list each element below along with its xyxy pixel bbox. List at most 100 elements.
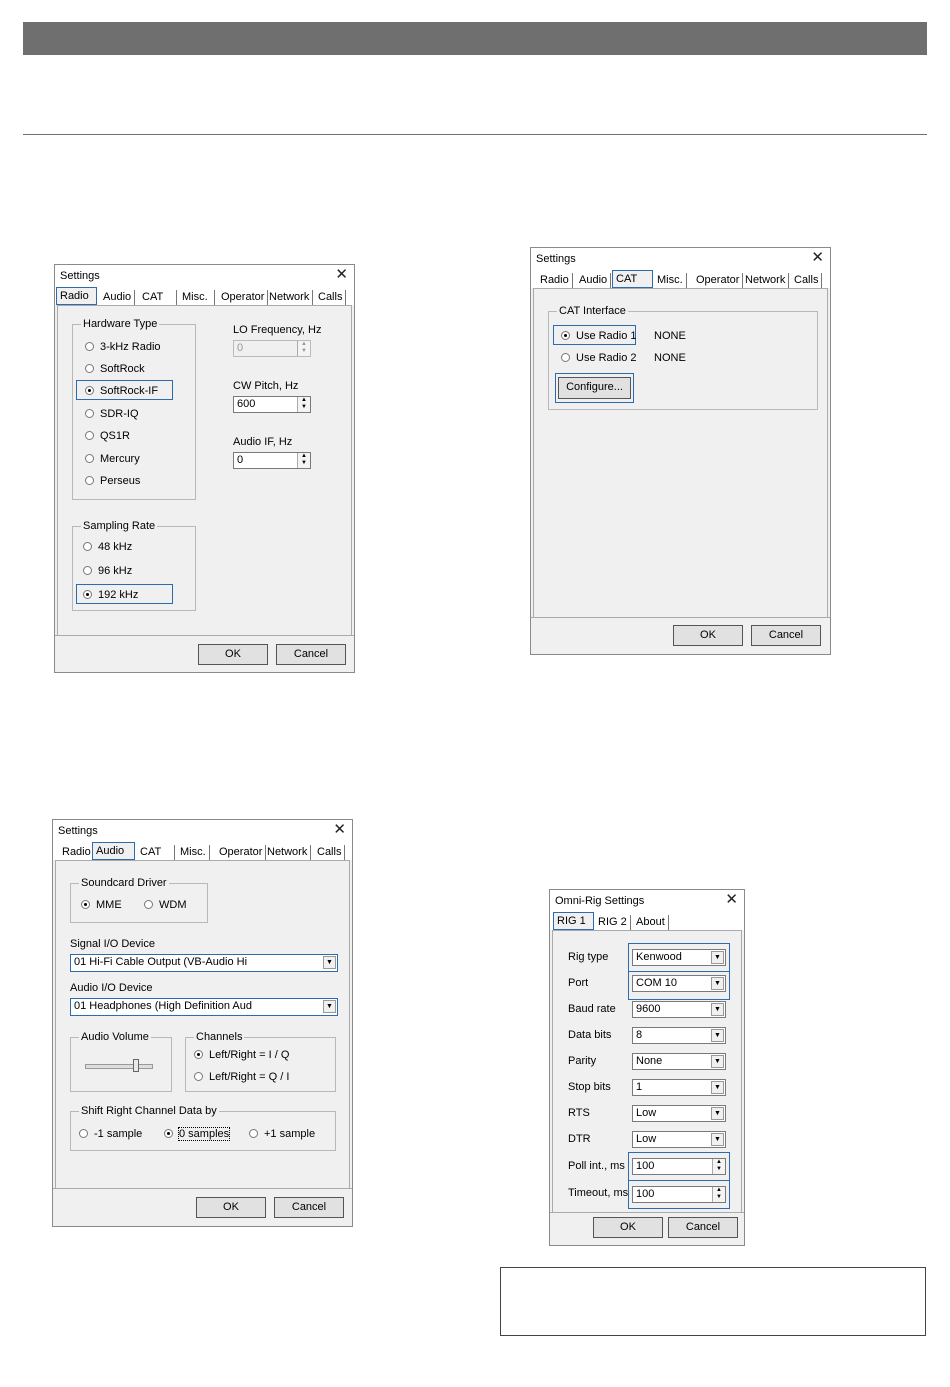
radio-channels-qi[interactable]: Left/Right = Q / I	[194, 1070, 289, 1084]
stop-bits-select[interactable]: 1 ▼	[632, 1079, 726, 1096]
radio-use-radio-1[interactable]: Use Radio 1	[561, 329, 637, 343]
radio-mercury[interactable]: Mercury	[85, 452, 140, 466]
lo-frequency-spinner[interactable]: 0 ▲ ▼	[233, 340, 311, 357]
radio-button[interactable]	[85, 454, 94, 463]
tab-rig-1[interactable]: RIG 1	[553, 912, 594, 930]
chevron-down-icon[interactable]: ▼	[323, 1000, 336, 1013]
ok-button[interactable]: OK	[198, 644, 268, 665]
tab-audio[interactable]: Audio	[92, 842, 135, 860]
tab-cat[interactable]: CAT	[139, 290, 177, 305]
radio-button-selected[interactable]	[164, 1129, 173, 1138]
radio-qs1r[interactable]: QS1R	[85, 429, 130, 443]
cw-pitch-spinner[interactable]: 600 ▲ ▼	[233, 396, 311, 413]
radio-mme[interactable]: MME	[81, 898, 122, 912]
radio-button[interactable]	[85, 364, 94, 373]
radio-button[interactable]	[85, 431, 94, 440]
tab-calls[interactable]: Calls	[315, 290, 347, 305]
volume-slider-track[interactable]	[85, 1064, 153, 1069]
poll-interval-spinner[interactable]: 100 ▲ ▼	[632, 1158, 726, 1175]
radio-channels-iq[interactable]: Left/Right = I / Q	[194, 1048, 289, 1062]
rts-select[interactable]: Low ▼	[632, 1105, 726, 1122]
radio-sdr-iq[interactable]: SDR-IQ	[85, 407, 139, 421]
chevron-down-icon[interactable]: ▼	[323, 956, 336, 969]
close-icon[interactable]: ✕	[333, 822, 346, 838]
spinner-arrows-icon[interactable]: ▲ ▼	[712, 1187, 725, 1202]
timeout-spinner[interactable]: 100 ▲ ▼	[632, 1186, 726, 1203]
radio-button[interactable]	[79, 1129, 88, 1138]
cancel-button[interactable]: Cancel	[668, 1217, 738, 1238]
ok-button[interactable]: OK	[673, 625, 743, 646]
tab-misc[interactable]: Misc.	[179, 290, 215, 305]
audio-if-spinner[interactable]: 0 ▲ ▼	[233, 452, 311, 469]
radio-button[interactable]	[85, 476, 94, 485]
radio-button-selected[interactable]	[81, 900, 90, 909]
radio-3khz[interactable]: 3-kHz Radio	[85, 340, 161, 354]
tab-radio[interactable]: Radio	[537, 273, 573, 288]
tab-cat[interactable]: CAT	[137, 845, 175, 860]
chevron-down-icon[interactable]: ▼	[711, 977, 724, 990]
rig-type-select[interactable]: Kenwood ▼	[632, 949, 726, 966]
dtr-select[interactable]: Low ▼	[632, 1131, 726, 1148]
radio-button[interactable]	[144, 900, 153, 909]
signal-io-select[interactable]: 01 Hi-Fi Cable Output (VB-Audio Hi ▼	[70, 954, 338, 972]
tab-operator[interactable]: Operator	[216, 845, 267, 860]
radio-button[interactable]	[85, 342, 94, 351]
tab-calls[interactable]: Calls	[791, 273, 823, 288]
radio-button-selected[interactable]	[194, 1050, 203, 1059]
radio-use-radio-2[interactable]: Use Radio 2	[561, 351, 637, 365]
radio-button[interactable]	[83, 542, 92, 551]
ok-button[interactable]: OK	[593, 1217, 663, 1238]
radio-96khz[interactable]: 96 kHz	[83, 564, 132, 578]
radio-192khz[interactable]: 192 kHz	[83, 588, 138, 602]
spinner-arrows-icon[interactable]: ▲ ▼	[712, 1159, 725, 1174]
chevron-down-icon[interactable]: ▼	[711, 1029, 724, 1042]
tab-network[interactable]: Network	[742, 273, 790, 288]
radio-wdm[interactable]: WDM	[144, 898, 187, 912]
tab-radio[interactable]: Radio	[56, 287, 97, 305]
tab-audio[interactable]: Audio	[100, 290, 136, 305]
radio-perseus[interactable]: Perseus	[85, 474, 140, 488]
volume-slider-thumb[interactable]	[133, 1059, 139, 1072]
tab-operator[interactable]: Operator	[693, 273, 744, 288]
tab-misc[interactable]: Misc.	[177, 845, 210, 860]
radio-button[interactable]	[85, 409, 94, 418]
chevron-down-icon[interactable]: ▼	[711, 1107, 724, 1120]
radio-softrock-if[interactable]: SoftRock-IF	[85, 384, 158, 398]
radio-button-selected[interactable]	[85, 386, 94, 395]
data-bits-select[interactable]: 8 ▼	[632, 1027, 726, 1044]
cancel-button[interactable]: Cancel	[751, 625, 821, 646]
tab-audio[interactable]: Audio	[576, 273, 612, 288]
tab-radio[interactable]: Radio	[59, 845, 95, 860]
radio-button[interactable]	[194, 1072, 203, 1081]
cancel-button[interactable]: Cancel	[276, 644, 346, 665]
radio-button-selected[interactable]	[83, 590, 92, 599]
radio-shift-0[interactable]: 0 samples	[164, 1127, 231, 1141]
close-icon[interactable]: ✕	[335, 267, 348, 283]
audio-io-select[interactable]: 01 Headphones (High Definition Aud ▼	[70, 998, 338, 1016]
close-icon[interactable]: ✕	[725, 892, 738, 908]
radio-shift-minus-1[interactable]: -1 sample	[79, 1127, 142, 1141]
chevron-down-icon[interactable]: ▼	[711, 951, 724, 964]
tab-calls[interactable]: Calls	[314, 845, 346, 860]
close-icon[interactable]: ✕	[811, 250, 824, 266]
radio-shift-plus-1[interactable]: +1 sample	[249, 1127, 315, 1141]
chevron-down-icon[interactable]: ▼	[711, 1133, 724, 1146]
parity-select[interactable]: None ▼	[632, 1053, 726, 1070]
radio-softrock[interactable]: SoftRock	[85, 362, 145, 376]
tab-cat[interactable]: CAT	[612, 270, 653, 288]
radio-48khz[interactable]: 48 kHz	[83, 540, 132, 554]
chevron-down-icon[interactable]: ▼	[711, 1055, 724, 1068]
tab-about[interactable]: About	[633, 915, 669, 930]
baud-rate-select[interactable]: 9600 ▼	[632, 1001, 726, 1018]
radio-button[interactable]	[561, 353, 570, 362]
ok-button[interactable]: OK	[196, 1197, 266, 1218]
spinner-arrows-icon[interactable]: ▲ ▼	[297, 453, 310, 468]
port-select[interactable]: COM 10 ▼	[632, 975, 726, 992]
configure-button[interactable]: Configure...	[558, 377, 631, 399]
tab-rig-2[interactable]: RIG 2	[595, 915, 631, 930]
chevron-down-icon[interactable]: ▼	[711, 1081, 724, 1094]
spinner-arrows-icon[interactable]: ▲ ▼	[297, 341, 310, 356]
tab-operator[interactable]: Operator	[218, 290, 269, 305]
tab-misc[interactable]: Misc.	[654, 273, 687, 288]
chevron-down-icon[interactable]: ▼	[711, 1003, 724, 1016]
